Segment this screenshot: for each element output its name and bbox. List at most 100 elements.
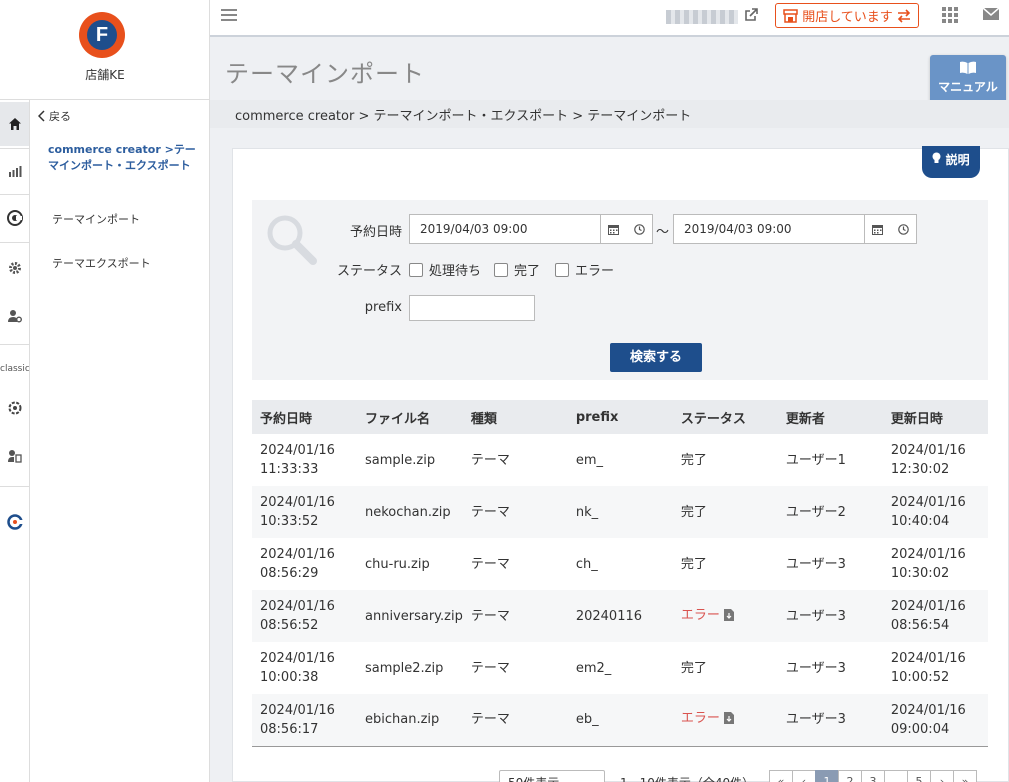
cell-scheduled: 2024/01/16 08:56:17 bbox=[252, 694, 357, 747]
pager-page-2[interactable]: 2 bbox=[838, 770, 862, 782]
cell-status: エラー bbox=[672, 694, 778, 747]
date-from-input[interactable]: 2019/04/03 09:00 bbox=[409, 214, 653, 244]
table-row: 2024/01/16 10:33:52 nekochan.zip テーマ nk_… bbox=[252, 486, 988, 538]
checkbox-box[interactable] bbox=[555, 262, 569, 277]
rail-users-button[interactable] bbox=[0, 294, 29, 338]
sub-navigation: 戻る commerce creator >テーマインポート・エクスポート テーマ… bbox=[30, 100, 210, 782]
subnav-link-theme-import[interactable]: テーマインポート bbox=[52, 211, 140, 227]
cell-file: sample2.zip bbox=[365, 660, 444, 676]
pager: « ‹ 1 2 3 … 5 › » bbox=[769, 770, 977, 782]
rail-analytics-button[interactable] bbox=[0, 149, 29, 193]
calendar-icon bbox=[608, 224, 620, 235]
rail-classic-settings-button[interactable] bbox=[0, 386, 29, 430]
chevron-left-icon bbox=[38, 110, 45, 122]
error-log-download-icon[interactable] bbox=[723, 608, 734, 627]
cell-scheduled: 2024/01/16 11:33:33 bbox=[260, 443, 335, 477]
cell-status: 完了 bbox=[673, 538, 778, 590]
cell-updated: 2024/01/16 10:30:02 bbox=[890, 547, 966, 581]
search-button[interactable]: 検索する bbox=[610, 343, 702, 372]
brand-logo[interactable]: F bbox=[79, 12, 125, 58]
apps-button[interactable] bbox=[941, 6, 959, 28]
pager-next-button[interactable]: › bbox=[930, 770, 954, 782]
cell-scheduled: 2024/01/16 10:33:52 bbox=[252, 486, 357, 538]
cell-type: テーマ bbox=[470, 660, 510, 676]
cell-status: エラー bbox=[672, 590, 778, 642]
cell-updated: 2024/01/16 08:56:54 bbox=[882, 590, 988, 642]
table-row: 2024/01/16 10:00:38 sample2.zip テーマ em2_… bbox=[252, 642, 988, 694]
cell-prefix: em_ bbox=[575, 452, 604, 468]
pager-page-3[interactable]: 3 bbox=[861, 770, 885, 782]
cell-file: anniversary.zip bbox=[357, 590, 463, 642]
col-updated: 更新日時 bbox=[882, 400, 988, 434]
user-name-redacted bbox=[666, 10, 738, 24]
pager-prev-button[interactable]: ‹ bbox=[792, 770, 816, 782]
per-page-select[interactable]: 50件表示 bbox=[499, 770, 605, 782]
cell-prefix: 20240116 bbox=[567, 590, 673, 642]
rail-classic-admin-button[interactable] bbox=[0, 434, 29, 478]
date-to-value: 2019/04/03 09:00 bbox=[684, 222, 792, 236]
subnav-link-theme-export[interactable]: テーマエクスポート bbox=[52, 255, 151, 271]
switch-arrows-icon bbox=[897, 8, 910, 23]
date-to-input[interactable]: 2019/04/03 09:00 bbox=[673, 214, 917, 244]
cell-prefix: em2_ bbox=[575, 660, 612, 676]
pager-first-button[interactable]: « bbox=[769, 770, 793, 782]
settings-circle-icon bbox=[8, 401, 21, 415]
cell-prefix: eb_ bbox=[567, 694, 673, 747]
pager-ellipsis: … bbox=[884, 770, 908, 782]
checkbox-box[interactable] bbox=[494, 262, 508, 277]
cell-type: テーマ bbox=[470, 556, 510, 572]
cell-type: テーマ bbox=[462, 694, 568, 747]
manual-label: マニュアル bbox=[938, 80, 998, 94]
mail-button[interactable] bbox=[982, 7, 1000, 25]
store-status-label: 開店しています bbox=[802, 10, 893, 25]
import-table: 予約日時 ファイル名 種類 prefix ステータス 更新者 更新日時 2024… bbox=[252, 400, 988, 747]
date-from-addon[interactable] bbox=[600, 215, 652, 243]
rail-classic-label: classic bbox=[0, 364, 29, 374]
rail-creator-button[interactable] bbox=[0, 196, 29, 240]
table-row: 2024/01/16 08:56:29 chu-ru.zip テーマ ch_ 完… bbox=[252, 538, 988, 590]
date-range-separator: 〜 bbox=[656, 225, 670, 240]
pager-page-5[interactable]: 5 bbox=[907, 770, 931, 782]
col-file: ファイル名 bbox=[357, 400, 463, 434]
top-header: 開店しています bbox=[210, 0, 1009, 37]
date-to-addon[interactable] bbox=[864, 215, 916, 243]
status-done-checkbox[interactable]: 完了 bbox=[494, 260, 540, 279]
admin-key-icon bbox=[7, 450, 22, 463]
rail-settings-button[interactable] bbox=[0, 246, 29, 290]
pager-page-1[interactable]: 1 bbox=[815, 770, 839, 782]
checkbox-box[interactable] bbox=[409, 262, 423, 277]
menu-toggle-button[interactable] bbox=[220, 7, 238, 27]
table-row: 2024/01/16 08:56:52 anniversary.zip テーマ … bbox=[252, 590, 988, 642]
help-tab-button[interactable]: 説明 bbox=[922, 146, 980, 178]
cell-file: sample.zip bbox=[365, 452, 436, 468]
rail-cc-logo-button[interactable] bbox=[0, 500, 29, 544]
error-log-download-icon[interactable] bbox=[723, 711, 734, 730]
status-error-checkbox[interactable]: エラー bbox=[555, 260, 614, 279]
col-status: ステータス bbox=[672, 400, 778, 434]
status-done-label: 完了 bbox=[514, 264, 541, 279]
clock-icon bbox=[633, 223, 645, 235]
pager-last-button[interactable]: » bbox=[953, 770, 977, 782]
page-title: テーマインポート bbox=[225, 60, 425, 88]
breadcrumb: commerce creator > テーマインポート・エクスポート > テーマ… bbox=[235, 109, 692, 124]
prefix-input[interactable] bbox=[409, 295, 535, 321]
store-icon bbox=[783, 8, 798, 23]
help-label: 説明 bbox=[945, 153, 970, 167]
status-pending-checkbox[interactable]: 処理待ち bbox=[409, 260, 481, 279]
mail-icon bbox=[982, 7, 1000, 20]
cell-user: ユーザー1 bbox=[785, 452, 846, 468]
rail-home-button[interactable] bbox=[0, 102, 29, 146]
cell-type: テーマ bbox=[470, 452, 510, 468]
external-link-button[interactable] bbox=[744, 8, 758, 26]
cell-type: テーマ bbox=[462, 486, 568, 538]
col-scheduled: 予約日時 bbox=[252, 400, 357, 434]
status-text: エラー bbox=[680, 711, 720, 727]
col-prefix: prefix bbox=[567, 400, 673, 434]
clock-icon bbox=[897, 223, 909, 235]
back-link[interactable]: 戻る bbox=[38, 108, 71, 124]
subnav-heading[interactable]: commerce creator >テーマインポート・エクスポート bbox=[48, 142, 198, 174]
table-row: 2024/01/16 11:33:33 sample.zip テーマ em_ 完… bbox=[252, 434, 988, 486]
store-status-button[interactable]: 開店しています bbox=[775, 3, 919, 28]
cell-updated: 2024/01/16 09:00:04 bbox=[882, 694, 988, 747]
chart-icon bbox=[8, 166, 21, 177]
